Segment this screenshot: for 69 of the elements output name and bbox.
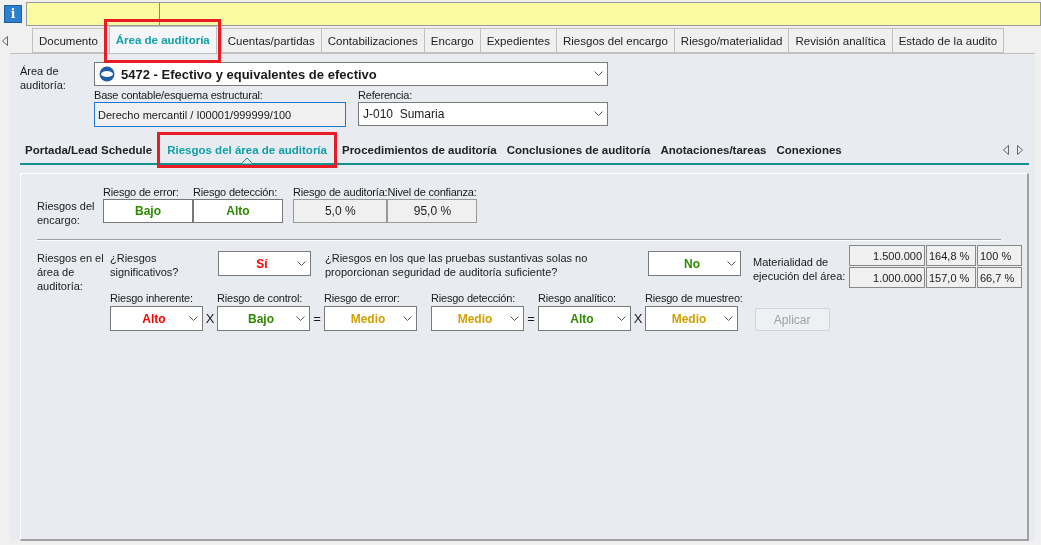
field-label: Riesgo de control: xyxy=(217,292,303,304)
scroll-left-icon[interactable] xyxy=(2,36,8,46)
area-dropdown[interactable]: 5472 - Efectivo y equivalentes de efectivo xyxy=(94,62,608,86)
dropdown[interactable]: No xyxy=(648,251,741,276)
table-cell: 1.000.000 xyxy=(849,267,925,288)
subtab[interactable]: Procedimientos de auditoría xyxy=(336,138,502,162)
field-label: Base contable/esquema estructural: xyxy=(94,89,263,101)
chevron-down-icon xyxy=(297,260,306,267)
subtab[interactable]: Portada/Lead Schedule xyxy=(20,138,158,162)
question-label: ¿Riesgos en los que las pruebas sustantivas solas no proporcionan seguridad de auditoría suficiente? xyxy=(325,251,589,279)
tab[interactable]: Riesgos del encargo xyxy=(556,28,675,53)
field-label: Riesgo de error: xyxy=(324,292,400,304)
chevron-down-icon xyxy=(724,315,733,322)
chevron-down-icon xyxy=(189,315,198,322)
dropdown[interactable]: Sí xyxy=(218,251,311,276)
question-label: ¿Riesgos significativos? xyxy=(110,251,180,279)
subtab[interactable]: Conclusiones de auditoría xyxy=(501,138,656,162)
badge-icon xyxy=(99,66,115,82)
tab[interactable]: Riesgo/materialidad xyxy=(673,28,790,53)
table-cell: 100 % xyxy=(977,245,1022,266)
tab[interactable]: Revisión analítica xyxy=(788,28,893,53)
info-icon[interactable]: i xyxy=(4,5,22,23)
rating-field: Alto xyxy=(193,199,283,223)
subtab[interactable]: Anotaciones/tareas xyxy=(655,138,772,162)
field-label: Referencia: xyxy=(358,89,413,101)
chevron-down-icon xyxy=(403,315,412,322)
scroll-right-icon[interactable] xyxy=(1017,145,1023,155)
table-cell: 164,8 % xyxy=(926,245,976,266)
chevron-down-icon xyxy=(510,315,519,322)
section-label: Riesgos en el área de auditoría: xyxy=(37,251,105,294)
operator-sign: X xyxy=(632,310,644,328)
operator-sign: X xyxy=(204,310,216,328)
field-label: Riesgo detección: xyxy=(193,186,278,198)
table-cell: 1.500.000 xyxy=(849,245,925,266)
tab[interactable]: Cuentas/partidas xyxy=(220,28,322,53)
section-label: Riesgos del encargo: xyxy=(37,199,96,227)
chevron-down-icon xyxy=(594,111,603,117)
value-field: 5,0 % xyxy=(293,199,388,223)
subtab[interactable]: Conexiones xyxy=(771,138,847,162)
field-label: Riesgo de error: xyxy=(103,186,179,198)
dropdown[interactable]: Alto xyxy=(538,306,631,331)
field-label: Área de auditoría: xyxy=(20,64,67,93)
tab[interactable]: Estado de la audito xyxy=(891,28,1005,53)
dropdown[interactable]: Bajo xyxy=(217,306,310,331)
field-label: Riesgo de auditoría: xyxy=(293,186,388,198)
value-field: 95,0 % xyxy=(387,199,478,223)
reference-dropdown[interactable]: J-010 Sumaria xyxy=(358,102,608,126)
table-cell: 157,0 % xyxy=(926,267,976,288)
field-label: Nivel de confianza: xyxy=(387,186,477,198)
materiality-label: Materialidad de ejecución del área: xyxy=(753,255,847,283)
field-label: Riesgo detección: xyxy=(431,292,516,304)
field-label: Riesgo inherente: xyxy=(110,292,193,304)
chevron-down-icon xyxy=(594,71,603,77)
scroll-left-icon[interactable] xyxy=(1003,145,1009,155)
dropdown[interactable]: Alto xyxy=(110,306,203,331)
tab[interactable]: Expedientes xyxy=(479,28,557,53)
table-cell: 66,7 % xyxy=(977,267,1022,288)
chevron-down-icon xyxy=(727,260,736,267)
tab[interactable]: Encargo xyxy=(423,28,481,53)
operator-sign: = xyxy=(526,310,536,328)
field-label: Riesgo de muestreo: xyxy=(645,292,743,304)
rating-field: Bajo xyxy=(103,199,193,223)
text-field[interactable]: Derecho mercantil / I00001/999999/100 xyxy=(94,102,346,127)
chevron-down-icon xyxy=(617,315,626,322)
field-label: Riesgo analítico: xyxy=(538,292,616,304)
tab[interactable]: Contabilizaciones xyxy=(320,28,425,53)
tab[interactable]: Documento xyxy=(32,28,105,53)
chevron-down-icon xyxy=(296,315,305,322)
operator-sign: = xyxy=(312,310,322,328)
